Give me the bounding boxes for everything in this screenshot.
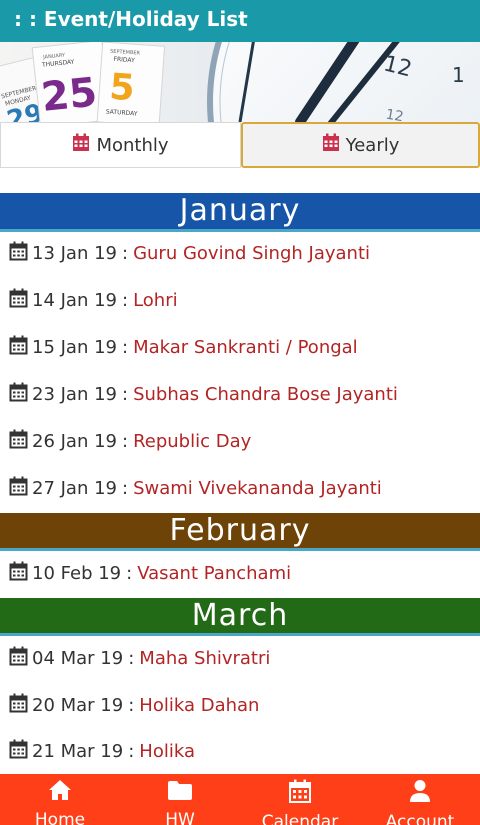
- tab-monthly[interactable]: Monthly: [0, 122, 241, 168]
- clock-number-right: 1: [452, 63, 465, 87]
- event-name: Vasant Panchami: [137, 562, 292, 584]
- nav-account[interactable]: Account: [360, 774, 480, 825]
- nav-calendar-label: Calendar: [261, 812, 339, 825]
- event-date: 20 Mar 19: [32, 694, 124, 716]
- page-title: : : Event/Holiday List: [14, 7, 248, 31]
- calendar-outline-icon: [9, 335, 28, 360]
- event-name: Guru Govind Singh Jayanti: [133, 242, 371, 264]
- calendar-outline-icon: [9, 646, 28, 671]
- event-date: 04 Mar 19: [32, 647, 124, 669]
- event-name: Republic Day: [133, 430, 252, 452]
- event-name: Swami Vivekananda Jayanti: [133, 477, 382, 499]
- user-icon: [409, 779, 431, 808]
- event-separator: :: [122, 289, 129, 311]
- event-item[interactable]: 04 Mar 19 : Maha Shivratri: [9, 645, 270, 671]
- event-date: 27 Jan 19: [32, 477, 117, 499]
- calendar-outline-icon: [9, 241, 28, 266]
- event-separator: :: [122, 336, 129, 358]
- calendar-outline-icon: [9, 693, 28, 718]
- app-bar: : : Event/Holiday List: [0, 0, 480, 42]
- event-date: 14 Jan 19: [32, 289, 117, 311]
- home-icon: [48, 779, 72, 806]
- event-separator: :: [122, 430, 129, 452]
- event-item[interactable]: 23 Jan 19 : Subhas Chandra Bose Jayanti: [9, 381, 398, 407]
- event-separator: :: [128, 694, 135, 716]
- event-date: 13 Jan 19: [32, 242, 117, 264]
- bottom-navigation: Home HW Calendar Account: [0, 774, 480, 825]
- event-name: Subhas Chandra Bose Jayanti: [133, 383, 398, 405]
- clock-illustration: 12 1 12: [207, 42, 480, 122]
- event-separator: :: [128, 740, 135, 762]
- month-header-january: January: [0, 193, 480, 232]
- event-name: Holika Dahan: [139, 694, 260, 716]
- calendar-outline-icon: [9, 476, 28, 501]
- clock-number-bottom: 12: [384, 107, 404, 122]
- calendar-outline-icon: [9, 382, 28, 407]
- event-date: 23 Jan 19: [32, 383, 117, 405]
- event-item[interactable]: 10 Feb 19 : Vasant Panchami: [9, 560, 291, 586]
- month-header-february: February: [0, 513, 480, 551]
- calendar-outline-icon: [9, 561, 28, 586]
- calendar-icon: [72, 133, 90, 157]
- nav-calendar[interactable]: Calendar: [240, 774, 360, 825]
- event-item[interactable]: 26 Jan 19 : Republic Day: [9, 428, 251, 454]
- calendar-page-day-1: 25: [39, 69, 99, 121]
- header-banner-image: SEPTEMBER MONDAY 29 JANUARY THURSDAY 25 …: [0, 42, 480, 122]
- event-item[interactable]: 27 Jan 19 : Swami Vivekananda Jayanti: [9, 475, 382, 501]
- event-item[interactable]: 21 Mar 19 : Holika: [9, 738, 195, 764]
- event-name: Maha Shivratri: [139, 647, 271, 669]
- event-date: 26 Jan 19: [32, 430, 117, 452]
- calendar-page-day-2: 5: [108, 67, 136, 110]
- event-separator: :: [128, 647, 135, 669]
- event-date: 15 Jan 19: [32, 336, 117, 358]
- event-separator: :: [122, 477, 129, 499]
- calendar-icon: [322, 133, 340, 157]
- calendar-icon: [289, 779, 311, 808]
- event-separator: :: [122, 383, 129, 405]
- event-item[interactable]: 20 Mar 19 : Holika Dahan: [9, 692, 259, 718]
- event-item[interactable]: 14 Jan 19 : Lohri: [9, 287, 178, 313]
- event-separator: :: [126, 562, 133, 584]
- nav-account-label: Account: [385, 812, 455, 825]
- event-date: 10 Feb 19: [32, 562, 122, 584]
- folder-icon: [167, 779, 193, 806]
- nav-home-label: Home: [34, 810, 86, 825]
- calendar-outline-icon: [9, 429, 28, 454]
- nav-home[interactable]: Home: [0, 774, 120, 825]
- calendar-page-weekday-2: FRIDAY: [113, 56, 135, 64]
- tab-yearly-label: Yearly: [345, 134, 400, 156]
- calendar-outline-icon: [9, 739, 28, 764]
- event-name: Lohri: [133, 289, 178, 311]
- event-name: Makar Sankranti / Pongal: [133, 336, 358, 358]
- tab-yearly[interactable]: Yearly: [241, 122, 480, 168]
- tab-monthly-label: Monthly: [96, 134, 169, 156]
- event-item[interactable]: 13 Jan 19 : Guru Govind Singh Jayanti: [9, 240, 370, 266]
- nav-hw[interactable]: HW: [120, 774, 240, 825]
- nav-hw-label: HW: [165, 810, 195, 825]
- event-separator: :: [122, 242, 129, 264]
- calendar-outline-icon: [9, 288, 28, 313]
- event-name: Holika: [139, 740, 195, 762]
- month-header-march: March: [0, 598, 480, 636]
- event-item[interactable]: 15 Jan 19 : Makar Sankranti / Pongal: [9, 334, 358, 360]
- view-tabs: Monthly Yearly: [0, 122, 480, 168]
- event-date: 21 Mar 19: [32, 740, 124, 762]
